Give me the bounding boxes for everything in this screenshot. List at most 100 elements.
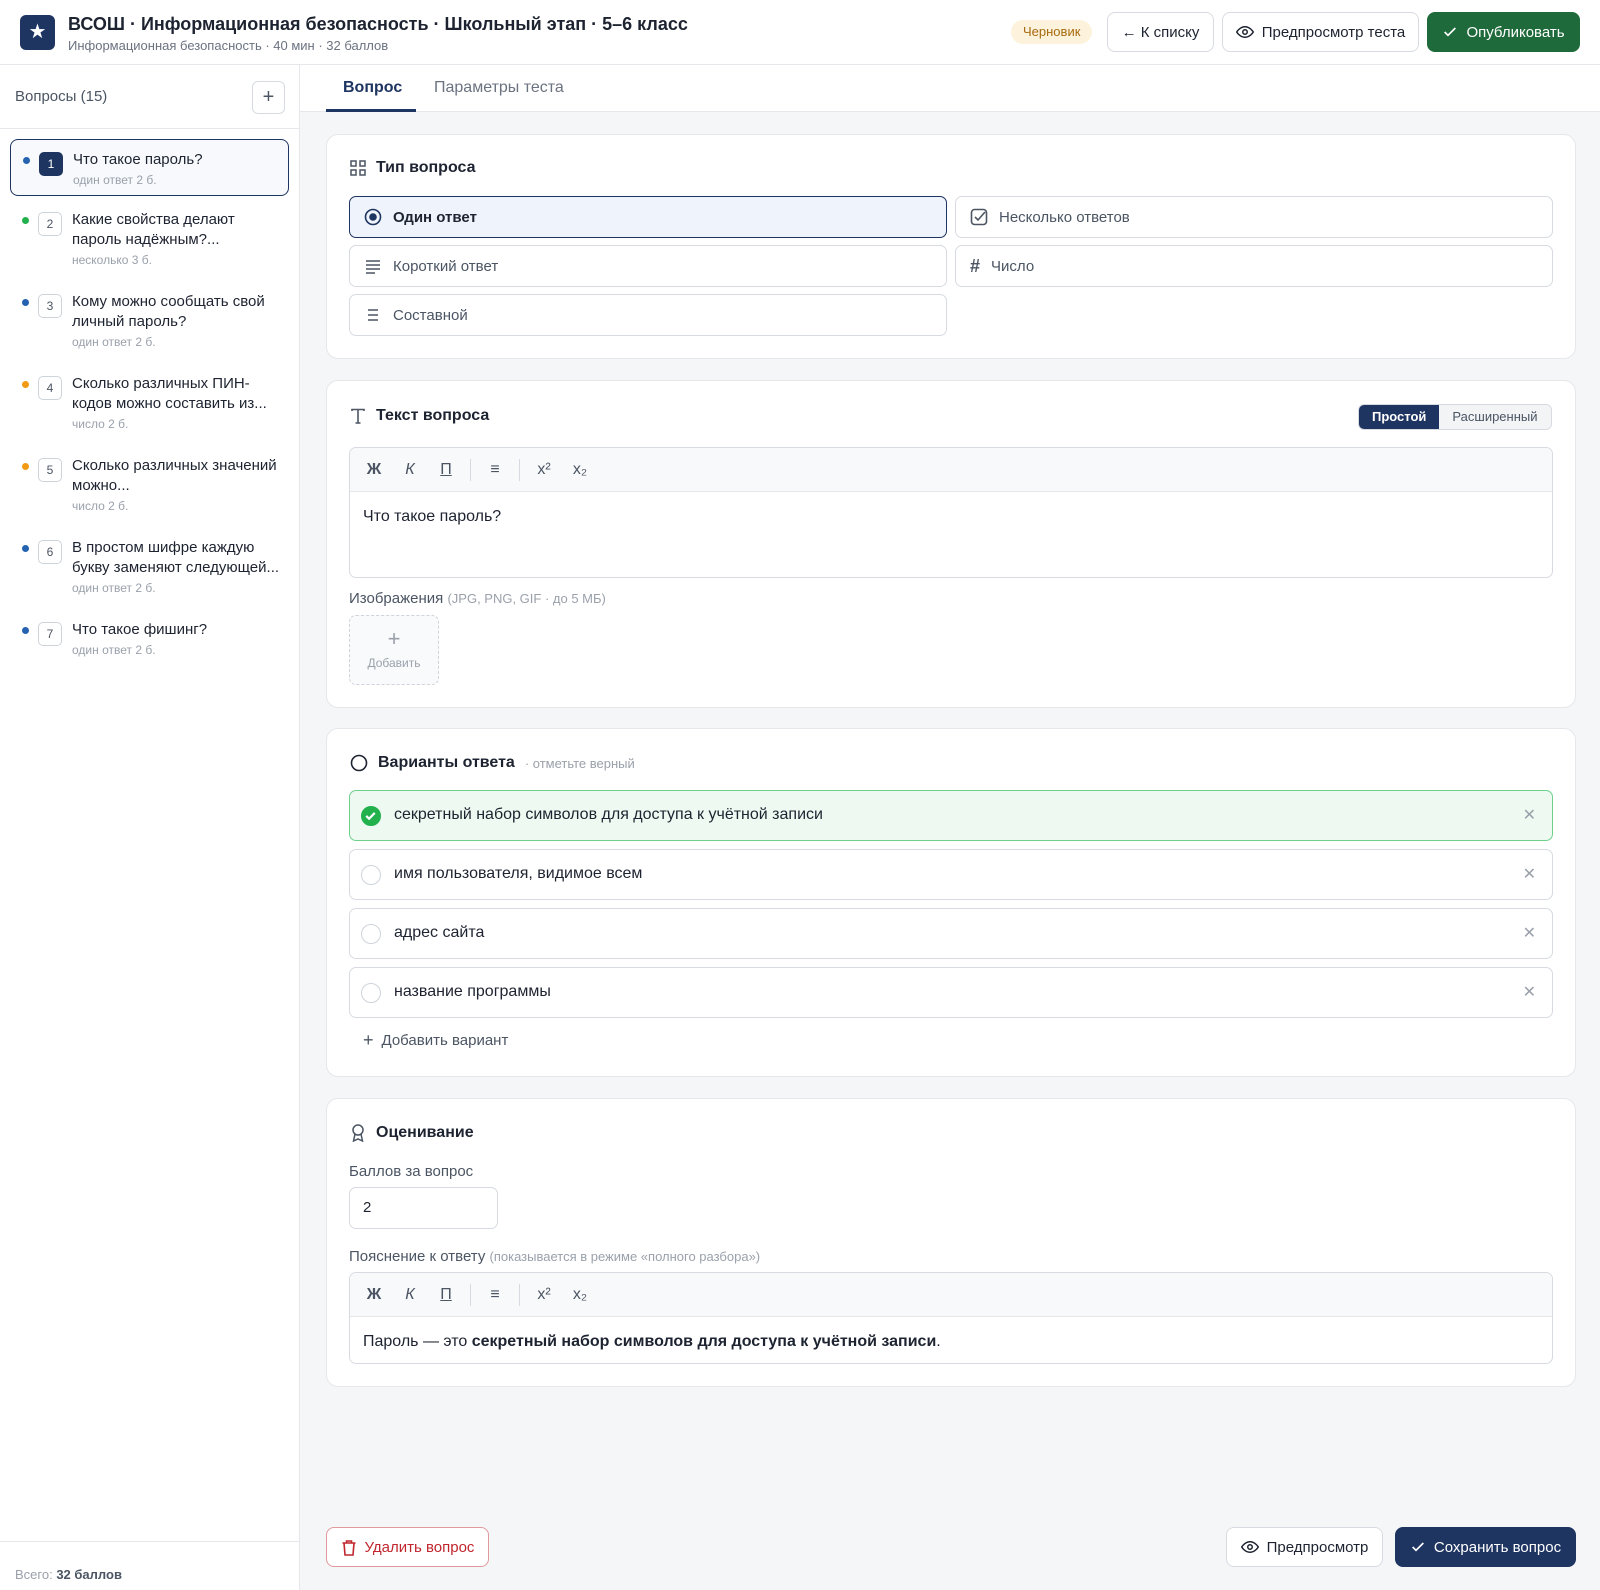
delete-question-button[interactable]: Удалить вопрос <box>326 1527 489 1567</box>
mode-advanced[interactable]: Расширенный <box>1439 405 1550 429</box>
add-question-button[interactable]: + <box>252 81 285 114</box>
toolbar-separator <box>519 1283 520 1306</box>
top-header: ★ ВСОШ · Информационная безопасность · Ш… <box>0 0 1600 65</box>
question-list-item[interactable]: 7 Что такое фишинг? один ответ 2 б. <box>10 610 289 667</box>
bold-button[interactable]: Ж <box>356 461 392 479</box>
subscript-button[interactable]: x₂ <box>562 1286 598 1304</box>
answer-option[interactable]: адрес сайта ✕ <box>349 908 1553 959</box>
question-text-input[interactable]: Что такое пароль? <box>350 492 1552 542</box>
question-text-card: Текст вопроса Простой Расширенный Ж К П … <box>326 380 1576 708</box>
bold-button[interactable]: Ж <box>356 1286 392 1304</box>
back-to-list-button[interactable]: ← К списку <box>1107 12 1214 52</box>
editor-toolbar: Ж К П ≡ x² x₂ <box>350 1273 1552 1317</box>
type-dot <box>22 299 29 306</box>
type-option-number[interactable]: # Число <box>955 245 1553 287</box>
question-list-item[interactable]: 5 Сколько различных значений можно... чи… <box>10 446 289 524</box>
card-header: Тип вопроса <box>350 159 476 177</box>
superscript-button[interactable]: x² <box>526 461 562 479</box>
subscript-button[interactable]: x₂ <box>562 461 598 479</box>
tab-question[interactable]: Вопрос <box>343 79 402 97</box>
checkbox-icon <box>970 208 988 226</box>
question-list-item[interactable]: 2 Какие свойства делают пароль надёжным?… <box>10 200 289 278</box>
explanation-editor: Ж К П ≡ x² x₂ Пароль — это секретный наб… <box>349 1272 1553 1364</box>
question-text: Что такое фишинг? <box>72 621 208 638</box>
answer-text[interactable]: имя пользователя, видимое всем <box>394 865 642 883</box>
question-list-item[interactable]: 6 В простом шифре каждую букву заменяют … <box>10 528 289 606</box>
grading-card: Оценивание Баллов за вопрос 2 Пояснение … <box>326 1098 1576 1387</box>
radio-icon[interactable] <box>361 983 381 1003</box>
preview-test-button[interactable]: Предпросмотр теста <box>1222 12 1419 52</box>
add-option-button[interactable]: + Добавить вариант <box>363 1030 508 1051</box>
add-image-label: Добавить <box>367 656 421 670</box>
back-label: ← К списку <box>1121 23 1200 41</box>
answer-text[interactable]: адрес сайта <box>394 924 484 942</box>
type-option-single[interactable]: Один ответ <box>349 196 947 238</box>
question-number: 6 <box>38 540 62 564</box>
explanation-bold-text: секретный набор символов для доступа к у… <box>471 1333 937 1350</box>
superscript-button[interactable]: x² <box>526 1286 562 1304</box>
type-dot <box>23 157 30 164</box>
type-option-label: Несколько ответов <box>999 208 1130 226</box>
answer-text[interactable]: секретный набор символов для доступа к у… <box>394 806 823 824</box>
remove-option-icon[interactable]: ✕ <box>1523 864 1536 884</box>
check-icon <box>1410 1539 1426 1555</box>
underline-button[interactable]: П <box>428 461 464 479</box>
active-tab-indicator <box>326 109 416 112</box>
editor-mode-toggle: Простой Расширенный <box>1358 404 1552 430</box>
add-option-label: Добавить вариант <box>381 1032 509 1049</box>
question-meta: один ответ 2 б. <box>72 581 156 595</box>
type-option-label: Число <box>991 257 1035 275</box>
card-title: Оценивание <box>376 1124 474 1141</box>
card-header: Текст вопроса <box>350 407 489 425</box>
question-list-item[interactable]: 1 Что такое пароль? один ответ 2 б. <box>10 139 289 196</box>
answers-card: Варианты ответа · отметьте верный секрет… <box>326 728 1576 1077</box>
explanation-input[interactable]: Пароль — это секретный набор символов дл… <box>350 1317 1552 1363</box>
list-button[interactable]: ≡ <box>477 1286 513 1304</box>
total-label: Всего: <box>15 1567 53 1582</box>
remove-option-icon[interactable]: ✕ <box>1523 982 1536 1002</box>
preview-label: Предпросмотр <box>1266 1538 1369 1556</box>
question-type-card: Тип вопроса Один ответ Несколько ответов… <box>326 134 1576 359</box>
images-label: Изображения (JPG, PNG, GIF · до 5 МБ) <box>349 590 606 607</box>
list-button[interactable]: ≡ <box>477 461 513 479</box>
remove-option-icon[interactable]: ✕ <box>1523 805 1536 825</box>
question-meta: один ответ 2 б. <box>73 173 157 187</box>
explanation-label: Пояснение к ответу (показывается в режим… <box>349 1248 760 1265</box>
question-text: В простом шифре каждую букву заменяют сл… <box>72 539 280 576</box>
images-label-text: Изображения <box>349 590 444 607</box>
answer-option[interactable]: секретный набор символов для доступа к у… <box>349 790 1553 841</box>
type-option-label: Короткий ответ <box>393 257 499 275</box>
question-meta: несколько 3 б. <box>72 253 152 267</box>
add-image-button[interactable]: + Добавить <box>349 615 439 685</box>
page-title: ВСОШ · Информационная безопасность · Шко… <box>68 14 688 34</box>
points-label: Баллов за вопрос <box>349 1163 474 1180</box>
italic-button[interactable]: К <box>392 461 428 479</box>
tab-test-settings[interactable]: Параметры теста <box>434 79 564 97</box>
type-option-short[interactable]: Короткий ответ <box>349 245 947 287</box>
save-question-button[interactable]: Сохранить вопрос <box>1395 1527 1576 1567</box>
correct-check-icon[interactable] <box>361 806 381 826</box>
type-dot <box>22 545 29 552</box>
type-dot <box>22 627 29 634</box>
type-option-multiple[interactable]: Несколько ответов <box>955 196 1553 238</box>
radio-icon[interactable] <box>361 924 381 944</box>
mode-simple[interactable]: Простой <box>1359 405 1440 429</box>
type-option-composite[interactable]: Составной <box>349 294 947 336</box>
explanation-hint: (показывается в режиме «полного разбора»… <box>489 1249 761 1264</box>
italic-button[interactable]: К <box>392 1286 428 1304</box>
question-meta: один ответ 2 б. <box>72 643 156 657</box>
question-list-item[interactable]: 3 Кому можно сообщать свой личный пароль… <box>10 282 289 360</box>
preview-button[interactable]: Предпросмотр <box>1226 1527 1383 1567</box>
answer-option[interactable]: название программы ✕ <box>349 967 1553 1018</box>
eye-icon <box>1235 23 1254 41</box>
remove-option-icon[interactable]: ✕ <box>1523 923 1536 943</box>
underline-button[interactable]: П <box>428 1286 464 1304</box>
points-input[interactable]: 2 <box>349 1187 498 1229</box>
question-list-item[interactable]: 4 Сколько различных ПИН-кодов можно сост… <box>10 364 289 442</box>
question-meta: один ответ 2 б. <box>72 335 156 349</box>
text-lines-icon <box>364 257 382 275</box>
answer-text[interactable]: название программы <box>394 983 551 1001</box>
radio-icon[interactable] <box>361 865 381 885</box>
answer-option[interactable]: имя пользователя, видимое всем ✕ <box>349 849 1553 900</box>
publish-button[interactable]: Опубликовать <box>1427 12 1580 52</box>
